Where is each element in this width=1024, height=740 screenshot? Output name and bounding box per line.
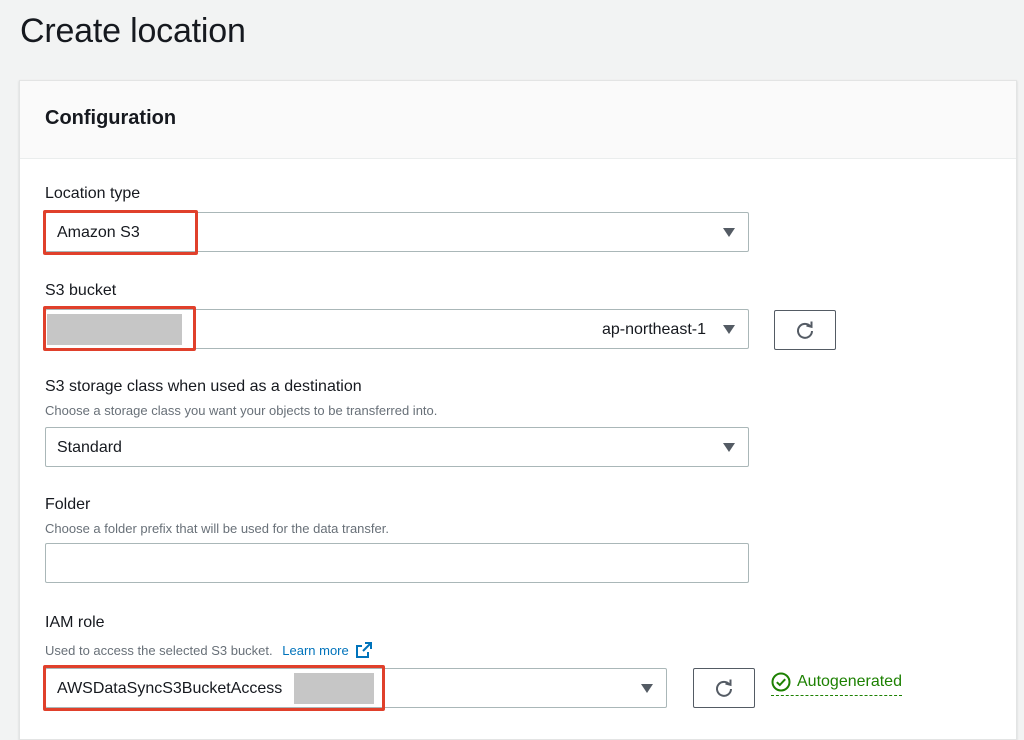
autogenerated-label: Autogenerated (797, 673, 902, 690)
iam-role-description-row: Used to access the selected S3 bucket. L… (45, 642, 373, 658)
iam-role-value: AWSDataSyncS3BucketAccess (57, 680, 283, 697)
caret-down-icon (723, 325, 735, 334)
storage-class-value: Standard (57, 439, 122, 456)
folder-description: Choose a folder prefix that will be used… (45, 521, 389, 536)
s3-bucket-label: S3 bucket (45, 282, 117, 299)
location-type-label: Location type (45, 185, 141, 202)
learn-more-link[interactable]: Learn more (282, 642, 373, 658)
s3-bucket-select[interactable]: ap-northeast-1 (45, 309, 749, 349)
redacted-bucket-name (47, 314, 182, 345)
folder-input[interactable] (45, 543, 749, 583)
refresh-icon (716, 679, 732, 697)
iam-role-description: Used to access the selected S3 bucket. (45, 643, 273, 658)
storage-class-description: Choose a storage class you want your obj… (45, 403, 438, 418)
caret-down-icon (723, 228, 735, 237)
page-title: Create location (20, 12, 246, 50)
storage-class-label: S3 storage class when used as a destinat… (45, 378, 362, 395)
folder-label: Folder (45, 496, 91, 513)
redacted-role-suffix (294, 673, 374, 704)
learn-more-label: Learn more (282, 643, 349, 658)
storage-class-select[interactable]: Standard (45, 427, 749, 467)
iam-role-refresh-button[interactable] (693, 668, 755, 708)
location-type-value: Amazon S3 (57, 224, 140, 241)
location-type-select[interactable]: Amazon S3 (45, 212, 749, 252)
panel-header: Configuration (20, 81, 1016, 159)
configuration-panel: Configuration Location type Amazon S3 S3… (19, 80, 1017, 740)
iam-role-label: IAM role (45, 614, 105, 631)
external-link-icon (356, 642, 373, 658)
s3-bucket-region: ap-northeast-1 (601, 321, 706, 338)
autogenerated-status[interactable]: Autogenerated (771, 672, 902, 696)
panel-title: Configuration (45, 107, 177, 129)
s3-bucket-refresh-button[interactable] (774, 310, 836, 350)
iam-role-select[interactable]: AWSDataSyncS3BucketAccess (45, 668, 667, 708)
caret-down-icon (641, 684, 653, 693)
check-circle-icon (771, 672, 791, 692)
refresh-icon (797, 321, 813, 339)
caret-down-icon (723, 443, 735, 452)
